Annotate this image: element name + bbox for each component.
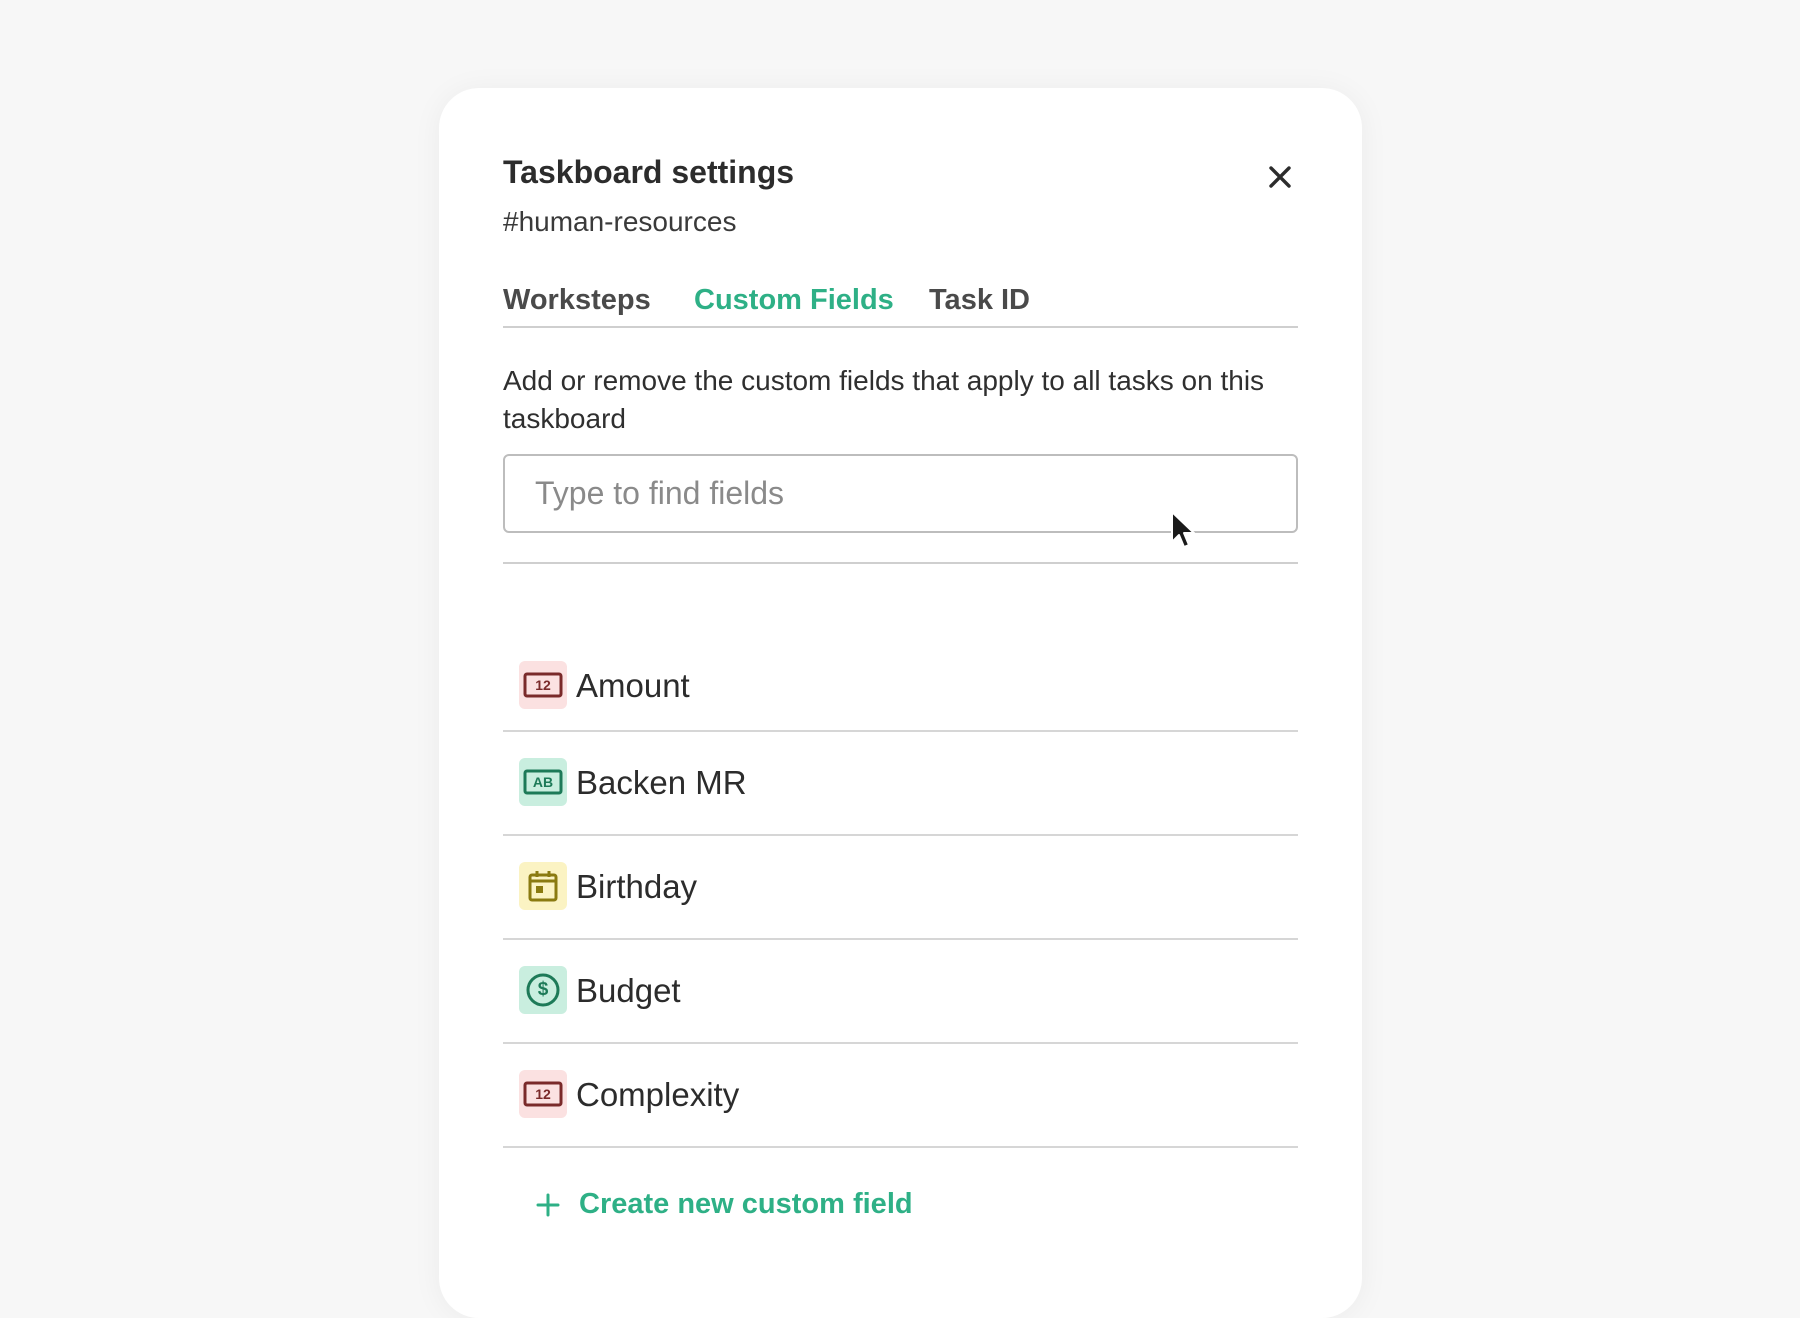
mouse-pointer-icon: [1169, 510, 1199, 555]
currency-icon: $: [519, 966, 567, 1014]
calendar-icon: [519, 862, 567, 910]
field-label: Budget: [576, 972, 681, 1009]
tab-bar: Worksteps Custom Fields Task ID: [503, 284, 1298, 328]
icon-text: 12: [535, 1086, 551, 1102]
number-icon: 12: [519, 661, 567, 709]
tab-worksteps[interactable]: Worksteps: [503, 284, 651, 317]
field-item-amount[interactable]: 12 Amount: [503, 609, 1298, 732]
dialog-subtitle: #human-resources: [503, 206, 737, 237]
icon-text: AB: [532, 774, 554, 790]
tab-custom-fields[interactable]: Custom Fields: [694, 284, 894, 317]
icon-text: $: [537, 979, 549, 1000]
close-button[interactable]: [1257, 154, 1303, 200]
field-item-complexity[interactable]: 12 Complexity: [503, 1044, 1298, 1148]
field-label: Amount: [576, 667, 690, 704]
divider: [503, 562, 1298, 564]
custom-field-list: 12 Amount AB Backen MR Birthday $ Budget…: [503, 661, 1298, 1148]
field-item-budget[interactable]: $ Budget: [503, 940, 1298, 1044]
text-icon: AB: [519, 758, 567, 806]
field-item-backen-mr[interactable]: AB Backen MR: [503, 732, 1298, 836]
plus-icon: [533, 1190, 563, 1220]
icon-text: 12: [535, 677, 551, 693]
field-label: Backen MR: [576, 764, 747, 801]
dialog-title: Taskboard settings: [503, 154, 795, 190]
description-text: Add or remove the custom fields that app…: [503, 365, 1265, 434]
field-item-birthday[interactable]: Birthday: [503, 836, 1298, 940]
close-icon: [1269, 166, 1291, 188]
create-custom-field-button[interactable]: Create new custom field: [533, 1188, 913, 1221]
create-button-label: Create new custom field: [579, 1188, 913, 1220]
field-label: Birthday: [576, 868, 698, 905]
number-icon: 12: [519, 1070, 567, 1118]
tab-task-id[interactable]: Task ID: [929, 284, 1030, 317]
field-label: Complexity: [576, 1076, 740, 1113]
taskboard-settings-dialog: Taskboard settings #human-resources Work…: [439, 88, 1362, 1318]
